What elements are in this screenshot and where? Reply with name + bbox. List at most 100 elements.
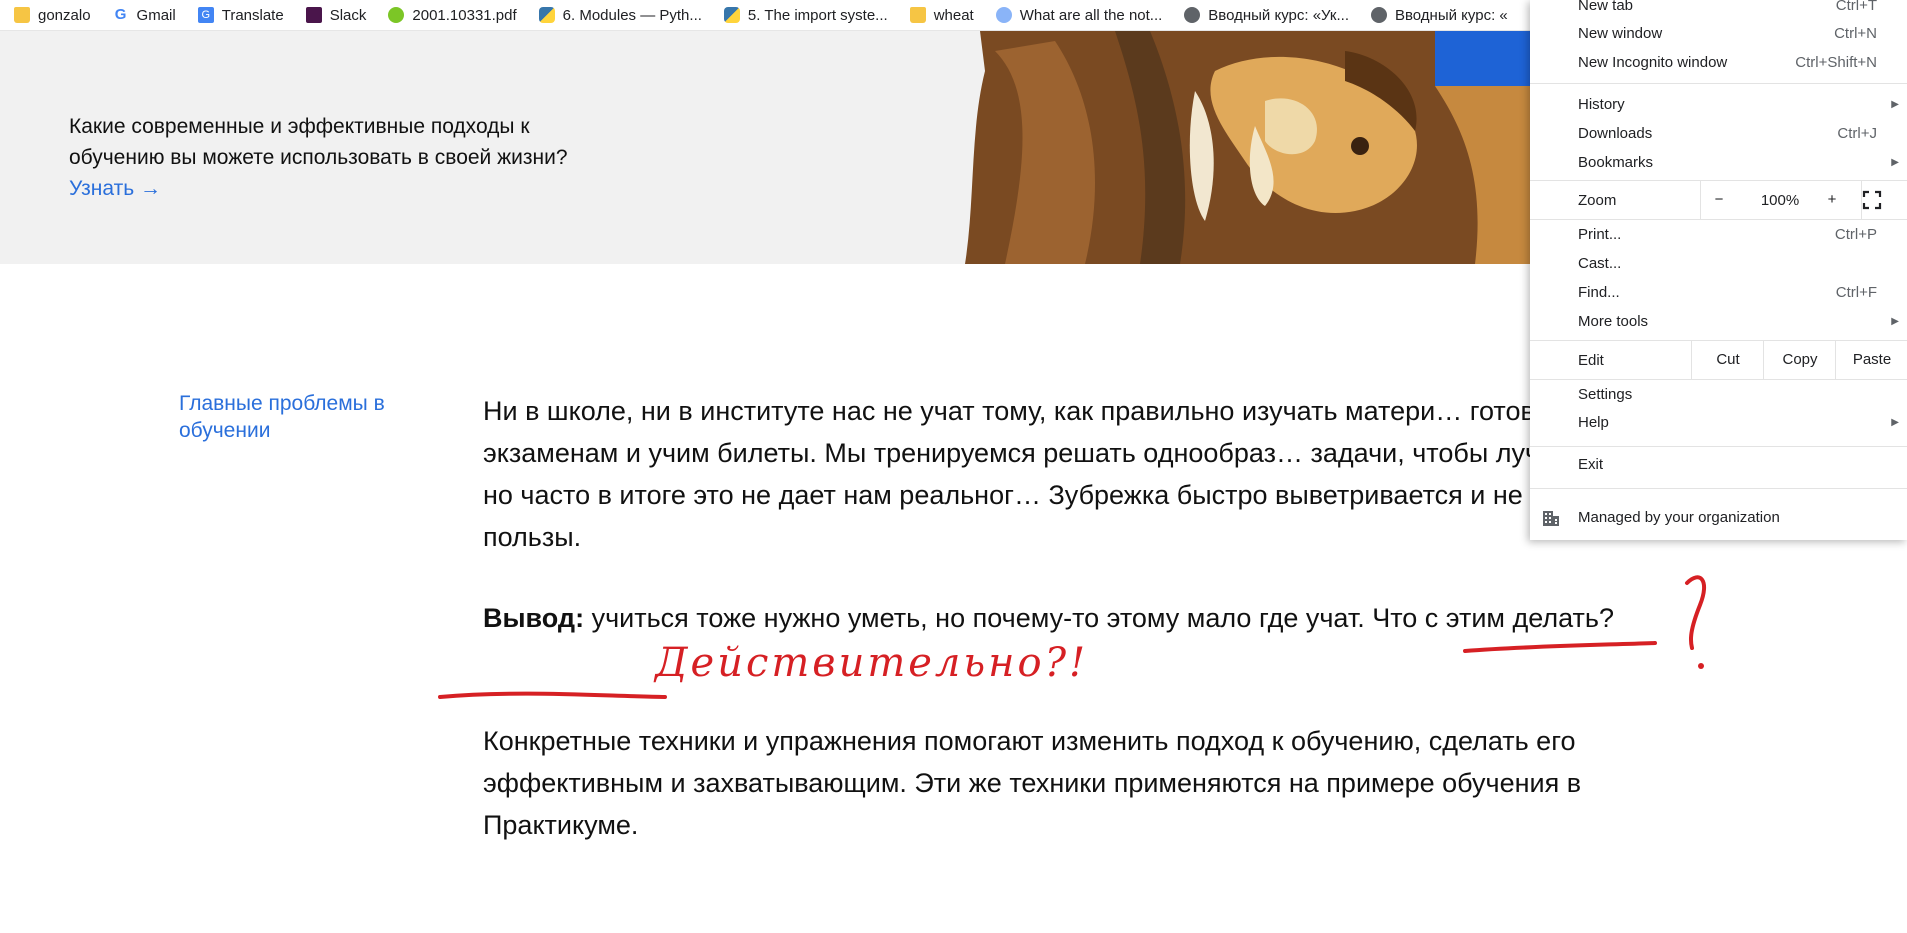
bookmark-gonzalo[interactable]: gonzalo [14,7,91,24]
menu-label: Cast... [1578,255,1622,272]
menu-separator [1530,83,1907,84]
menu-label: Find... [1578,284,1620,301]
menu-item-print[interactable]: Print... Ctrl+P [1530,221,1907,249]
bookmark-course-1[interactable]: Вводный курс: «Ук... [1184,7,1349,24]
submenu-arrow-icon: ▶ [1891,417,1899,428]
python-icon [538,7,555,23]
bookmark-label: Вводный курс: «Ук... [1208,6,1349,24]
menu-item-new-window[interactable]: New window Ctrl+N [1530,20,1907,48]
hero-banner: Какие современные и эффективные подходы … [0,31,1530,264]
zoom-out-button[interactable]: − [1706,187,1732,213]
edit-label: Edit [1578,352,1604,369]
menu-shortcut: Ctrl+P [1834,226,1877,243]
zoom-control: − 100% + [1700,181,1862,219]
menu-shortcut: Ctrl+J [1837,125,1877,142]
folder-icon [909,7,926,23]
menu-shortcut: Ctrl+Shift+N [1795,54,1877,71]
bookmark-label: gonzalo [38,6,91,24]
cut-button[interactable]: Cut [1691,341,1764,379]
menu-item-find[interactable]: Find... Ctrl+F [1530,279,1907,307]
translate-icon: G [197,7,214,23]
menu-label: Exit [1578,456,1604,473]
globe-icon [1184,7,1201,23]
menu-shortcut: Ctrl+T [1835,0,1877,14]
bookmark-quora[interactable]: What are all the not... [995,6,1163,24]
painting-image [965,31,1530,264]
menu-label: Bookmarks [1578,154,1654,171]
zoom-label: Zoom [1578,192,1617,209]
menu-item-bookmarks[interactable]: Bookmarks ▶ [1530,149,1907,177]
underline-stroke-right [1463,641,1657,653]
conclusion-text: учиться тоже нужно уметь, но почему-то э… [591,603,1614,633]
paste-button[interactable]: Paste [1835,341,1907,379]
google-icon: G [112,7,129,23]
bookmark-label: wheat [933,6,974,24]
menu-item-managed[interactable]: Managed by your organization [1530,500,1907,536]
bookmark-gmail[interactable]: G Gmail [112,6,176,24]
hero-text: Какие современные и эффективные подходы … [69,115,568,169]
bookmark-slack[interactable]: Slack [305,6,367,24]
fullscreen-icon[interactable] [1862,190,1882,210]
menu-label: Downloads [1578,125,1653,142]
menu-item-more-tools[interactable]: More tools ▶ [1530,308,1907,336]
menu-separator [1530,379,1907,380]
folder-icon [14,7,30,23]
conclusion-label: Вывод: [483,603,585,633]
bookmark-label: What are all the not... [1019,6,1163,24]
quora-icon [995,7,1012,23]
bookmark-label: 5. The import syste... [747,6,888,24]
submenu-arrow-icon: ▶ [1891,316,1899,327]
building-icon [1543,511,1559,526]
menu-item-settings[interactable]: Settings [1530,381,1907,409]
menu-item-help[interactable]: Help ▶ [1530,409,1907,437]
bookmark-python-modules[interactable]: 6. Modules — Pyth... [538,7,702,24]
edit-row: Edit Cut Copy Paste [1530,341,1907,379]
bookmark-course-2[interactable]: Вводный курс: « [1370,6,1508,24]
hero-learn-link[interactable]: Узнать → [69,177,161,200]
sidebar-link-main-problems[interactable]: Главные проблемы в обучении [179,390,409,444]
submenu-arrow-icon: ▶ [1891,99,1899,110]
menu-label: New window [1578,25,1663,42]
underline-stroke-left [438,691,667,699]
menu-shortcut: Ctrl+F [1835,284,1877,301]
bookmark-label: Translate [221,6,284,24]
article-paragraph-3: Конкретные техники и упражнения помогают… [483,726,1582,840]
bookmark-translate[interactable]: G Translate [197,6,284,24]
menu-separator [1530,488,1907,489]
menu-item-history[interactable]: History ▶ [1530,91,1907,119]
menu-shortcut: Ctrl+N [1834,25,1877,42]
slack-icon [305,7,322,23]
article-paragraph-2: Вывод: учиться тоже нужно уметь, но поче… [483,597,1723,639]
question-mark-dot [1698,663,1704,669]
hero-text-block: Какие современные и эффективные подходы … [69,111,569,204]
bookmark-label: 2001.10331.pdf [412,6,517,24]
handwritten-annotation: Действительно?! [655,640,1089,686]
globe-icon [1370,7,1387,23]
bookmark-label: Gmail [136,6,176,24]
python-icon [723,7,740,23]
menu-label: New Incognito window [1578,54,1728,71]
bookmark-label: Вводный курс: « [1394,6,1508,24]
menu-item-exit[interactable]: Exit [1530,451,1907,479]
painting-svg [965,31,1530,264]
copy-button[interactable]: Copy [1763,341,1836,379]
menu-label: Help [1578,414,1609,431]
menu-item-downloads[interactable]: Downloads Ctrl+J [1530,120,1907,148]
managed-label: Managed by your organization [1578,509,1780,526]
menu-separator [1530,219,1907,220]
menu-item-cast[interactable]: Cast... [1530,250,1907,278]
menu-label: History [1578,96,1625,113]
menu-item-new-tab[interactable]: New tab Ctrl+T [1530,0,1907,20]
menu-label: More tools [1578,313,1649,330]
smiley-icon [388,7,405,23]
bookmark-pdf[interactable]: 2001.10331.pdf [388,6,517,24]
bookmark-label: Slack [329,6,367,24]
bookmark-python-import[interactable]: 5. The import syste... [723,6,888,24]
menu-item-incognito[interactable]: New Incognito window Ctrl+Shift+N [1530,49,1907,77]
zoom-row: Zoom − 100% + [1530,181,1907,219]
bookmark-wheat[interactable]: wheat [909,6,974,24]
menu-label: Print... [1578,226,1622,243]
zoom-in-button[interactable]: + [1819,187,1845,213]
submenu-arrow-icon: ▶ [1891,157,1899,168]
menu-label: New tab [1578,0,1634,14]
